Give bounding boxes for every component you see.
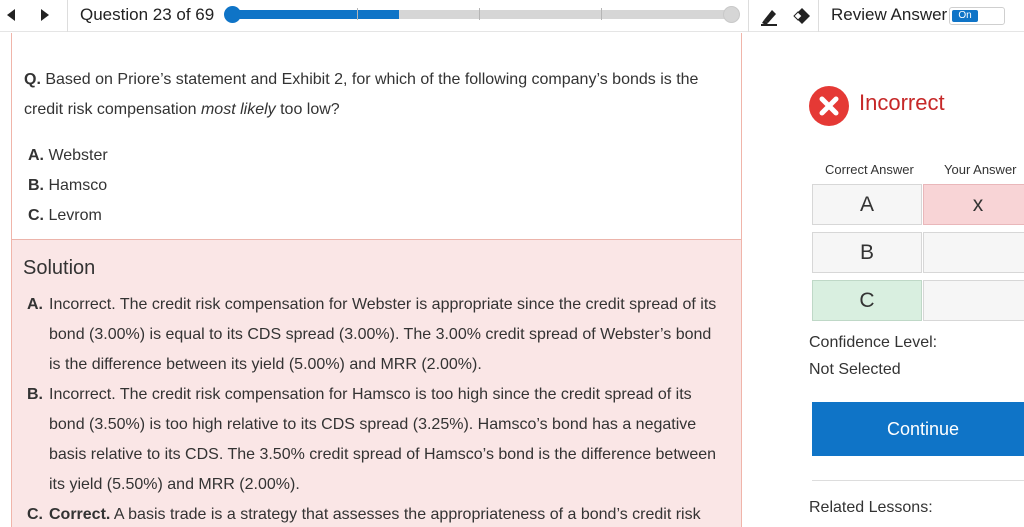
review-answer-toggle[interactable]: On <box>949 7 1005 25</box>
progress-fill <box>232 10 399 19</box>
prev-arrow-icon[interactable] <box>4 7 18 23</box>
progress-tick <box>357 8 358 20</box>
question-counter: Question 23 of 69 <box>80 5 215 24</box>
confidence-label: Confidence Level: <box>809 334 938 351</box>
question-prefix: Q. <box>24 71 41 88</box>
continue-button[interactable]: Continue <box>812 402 1024 456</box>
your-answer-header: Your Answer <box>944 162 1017 177</box>
option-label: Levrom <box>44 207 102 224</box>
option-label: Webster <box>44 147 108 164</box>
correct-cell-a: A <box>812 184 922 225</box>
solution-list: A. Incorrect. The credit risk compensati… <box>27 290 727 527</box>
x-circle-icon <box>809 86 849 126</box>
solution-text: Incorrect. The credit risk compensation … <box>49 296 717 373</box>
top-toolbar: Question 23 of 69 Review Answer On <box>0 0 1024 32</box>
question-panel: Q. Based on Priore’s statement and Exhib… <box>11 33 742 527</box>
option-letter: C. <box>28 207 44 224</box>
confidence-value: Not Selected <box>809 361 901 378</box>
option-letter: B. <box>28 177 44 194</box>
question-text: Q. Based on Priore’s statement and Exhib… <box>24 65 729 125</box>
related-lessons-label: Related Lessons: <box>809 499 933 516</box>
divider <box>812 480 1024 481</box>
your-cell-b <box>923 232 1024 273</box>
correct-answer-header: Correct Answer <box>825 162 914 177</box>
next-arrow-icon[interactable] <box>38 7 52 23</box>
question-ending: too low? <box>275 101 340 118</box>
review-answer-label: Review Answer <box>831 5 948 24</box>
confidence-level: Confidence Level: Not Selected <box>809 329 937 383</box>
solution-panel: Solution A. Incorrect. The credit risk c… <box>12 239 741 527</box>
solution-strong: Correct. <box>49 506 111 523</box>
solution-letter: A. <box>27 296 43 313</box>
option-label: Hamsco <box>44 177 108 194</box>
progress-start-knob <box>224 6 241 23</box>
divider <box>67 0 68 32</box>
solution-letter: B. <box>27 386 43 403</box>
progress-end-knob <box>723 6 740 23</box>
your-cell-c <box>923 280 1024 321</box>
solution-text: Incorrect. The credit risk compensation … <box>49 386 717 493</box>
option-letter: A. <box>28 147 44 164</box>
option-b[interactable]: B. Hamsco <box>28 171 108 201</box>
progress-tick <box>479 8 480 20</box>
option-c[interactable]: C. Levrom <box>28 201 108 231</box>
answer-options: A. Webster B. Hamsco C. Levrom <box>28 141 108 231</box>
divider <box>818 0 819 32</box>
question-body: Based on Priore’s statement and Exhibit … <box>24 71 699 118</box>
solution-text: A basis trade is a strategy that assesse… <box>110 506 701 523</box>
option-a[interactable]: A. Webster <box>28 141 108 171</box>
correct-cell-c: C <box>812 280 922 321</box>
question-emphasis: most likely <box>200 101 276 118</box>
progress-tick <box>601 8 602 20</box>
toggle-on-label: On <box>952 10 978 22</box>
solution-item-c: C. Correct. A basis trade is a strategy … <box>27 500 727 527</box>
your-cell-a: x <box>923 184 1024 225</box>
solution-letter: C. <box>27 506 43 523</box>
highlighter-icon[interactable] <box>759 6 779 31</box>
solution-item-a: A. Incorrect. The credit risk compensati… <box>27 290 727 380</box>
solution-item-b: B. Incorrect. The credit risk compensati… <box>27 380 727 500</box>
result-label: Incorrect <box>859 90 945 115</box>
progress-bar[interactable] <box>224 6 740 23</box>
divider <box>748 0 749 32</box>
correct-cell-b: B <box>812 232 922 273</box>
solution-title: Solution <box>23 257 96 279</box>
eraser-icon[interactable] <box>792 6 812 31</box>
